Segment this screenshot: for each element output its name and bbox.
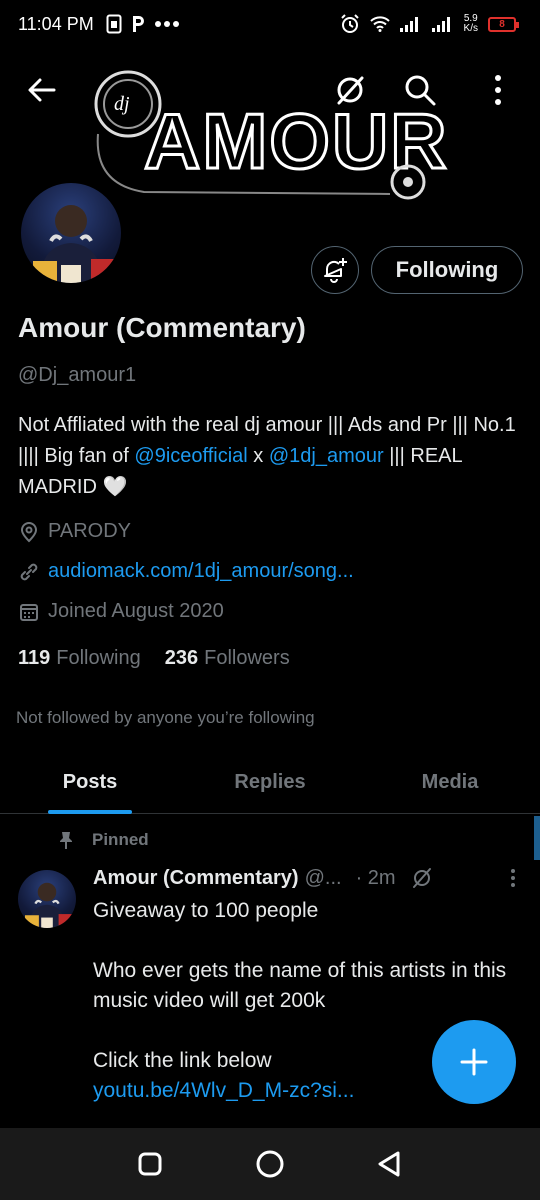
- post-author[interactable]: Amour (Commentary): [93, 867, 299, 890]
- following-label: Following: [56, 647, 141, 669]
- post-line-blank-1: [93, 926, 523, 956]
- followers-label: Followers: [204, 647, 290, 669]
- post-more-icon[interactable]: [503, 866, 523, 890]
- bio-text-2: x: [247, 445, 269, 467]
- p-icon: [130, 14, 146, 34]
- pin-icon: [56, 830, 76, 850]
- post-avatar-image: [24, 882, 73, 928]
- following-button[interactable]: Following: [371, 246, 523, 294]
- grok-button[interactable]: [332, 72, 368, 108]
- profile-stats: 119 Following 236 Followers: [18, 647, 314, 670]
- bio-mention-9iceofficial[interactable]: @9iceofficial: [134, 445, 247, 467]
- status-time: 11:04 PM: [18, 13, 94, 34]
- recents-button[interactable]: [134, 1148, 166, 1180]
- tab-media[interactable]: Media: [360, 752, 540, 813]
- scroll-indicator[interactable]: [534, 816, 540, 860]
- plus-icon: [460, 1048, 488, 1076]
- calendar-icon: [18, 601, 40, 623]
- not-followed-notice: Not followed by anyone you’re following: [16, 708, 315, 727]
- search-icon: [405, 75, 436, 106]
- post-time: · 2m: [355, 866, 396, 889]
- profile-bio: Not Affliated with the real dj amour |||…: [18, 410, 518, 503]
- post-line-1: Giveaway to 100 people: [93, 899, 319, 922]
- sim-icon: [106, 14, 122, 34]
- following-count: 119: [18, 647, 51, 669]
- more-vertical-icon: [495, 75, 501, 105]
- profile-handle: @Dj_amour1: [18, 364, 137, 386]
- avatar-image: [33, 205, 115, 283]
- profile-joined: Joined August 2020: [18, 600, 224, 623]
- website-link[interactable]: audiomack.com/1dj_amour/song...: [48, 560, 354, 583]
- grok-icon: [337, 76, 364, 105]
- battery-icon: 8: [488, 16, 519, 32]
- post-grok-icon[interactable]: [410, 866, 434, 890]
- profile-location: PARODY: [18, 520, 131, 543]
- location-pin-icon: [18, 521, 40, 543]
- profile-name: Amour (Commentary): [18, 312, 306, 343]
- status-left-icons: [106, 14, 180, 34]
- more-dots-icon: [154, 20, 180, 28]
- avatar[interactable]: [18, 180, 124, 286]
- net-speed: 5.9 K/s: [464, 14, 478, 34]
- back-arrow-icon: [28, 78, 56, 102]
- status-bar: 11:04 PM 5.9 K/s 8: [0, 0, 540, 48]
- search-button[interactable]: [402, 72, 438, 108]
- signal-icon: [399, 16, 422, 32]
- bio-mention-1dj-amour[interactable]: @1dj_amour: [269, 445, 384, 467]
- profile-website[interactable]: audiomack.com/1dj_amour/song...: [18, 560, 354, 583]
- post-line-2: Who ever gets the name of this artists i…: [93, 959, 507, 1012]
- banner-logo: dj AMOUR: [90, 64, 448, 200]
- notifications-bell-button[interactable]: [311, 246, 359, 294]
- link-icon: [18, 561, 40, 583]
- net-speed-unit: K/s: [463, 23, 478, 34]
- recents-square-icon: [138, 1152, 162, 1176]
- joined-text: Joined August 2020: [48, 600, 224, 622]
- tab-posts[interactable]: Posts: [0, 752, 180, 813]
- pinned-label: Pinned: [92, 830, 149, 849]
- more-options-button[interactable]: [480, 72, 516, 108]
- wifi-icon: [369, 16, 390, 32]
- bell-plus-icon: [324, 258, 347, 283]
- system-nav-bar: [0, 1128, 540, 1200]
- back-button[interactable]: [26, 74, 58, 106]
- banner-prefix: dj: [114, 93, 130, 115]
- post-header: Amour (Commentary) @... · 2m: [93, 866, 523, 890]
- tab-replies[interactable]: Replies: [180, 752, 360, 813]
- followers-stat[interactable]: 236 Followers: [165, 647, 290, 670]
- following-stat[interactable]: 119 Following: [18, 647, 141, 670]
- location-text: PARODY: [48, 520, 131, 542]
- profile-tabs: Posts Replies Media: [0, 752, 540, 814]
- post-avatar[interactable]: [18, 870, 76, 928]
- compose-post-button[interactable]: [432, 1020, 516, 1104]
- status-right-icons: 5.9 K/s 8: [340, 14, 522, 34]
- alarm-icon: [340, 14, 360, 34]
- pinned-indicator: Pinned: [56, 830, 149, 850]
- back-nav-button[interactable]: [374, 1148, 406, 1180]
- post-handle[interactable]: @...: [305, 867, 342, 890]
- back-triangle-icon: [378, 1151, 400, 1177]
- banner-title: AMOUR: [144, 97, 448, 185]
- signal-icon-2: [431, 16, 454, 32]
- followers-count: 236: [164, 647, 199, 669]
- home-circle-icon: [256, 1150, 284, 1178]
- home-button[interactable]: [254, 1148, 286, 1180]
